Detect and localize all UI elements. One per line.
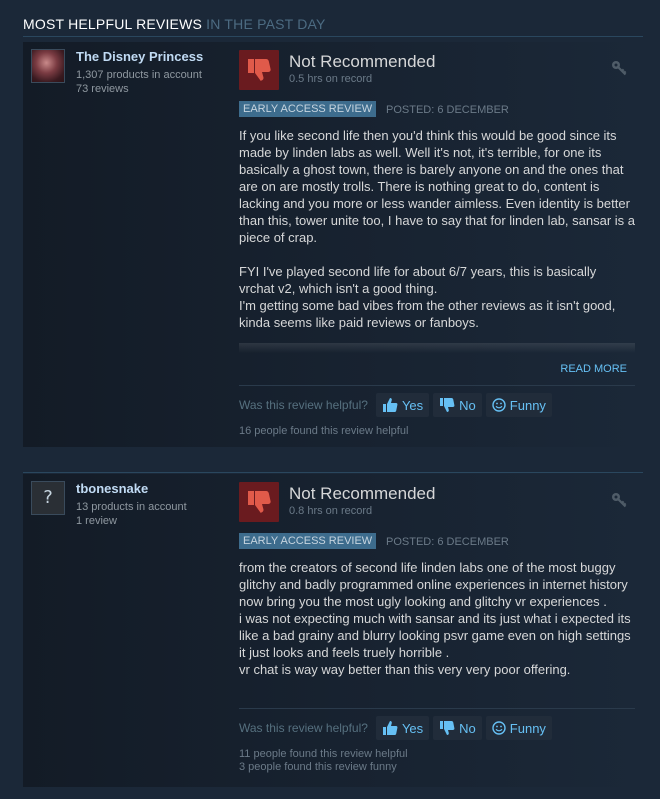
early-access-badge: EARLY ACCESS REVIEW [239, 533, 377, 549]
thumbs-down-icon [440, 721, 455, 735]
author-reviews[interactable]: 73 reviews [76, 83, 129, 95]
found-helpful-count: 11 people found this review helpful [239, 748, 408, 760]
divider [239, 385, 635, 386]
smiley-icon [492, 721, 506, 735]
author-products[interactable]: 13 products in account [76, 501, 187, 513]
review-card: The Disney Princess 1,307 products in ac… [23, 42, 643, 447]
hours-on-record: 0.8 hrs on record [289, 505, 373, 517]
thumbs-up-icon [382, 721, 398, 735]
key-icon [612, 493, 627, 508]
vote-funny-button[interactable]: Funny [485, 393, 552, 417]
thumbs-down-icon [248, 491, 271, 513]
smiley-icon [492, 398, 506, 412]
divider [23, 472, 643, 473]
helpful-vote-row: Was this review helpful? Yes No Funny [239, 716, 556, 740]
read-more-link[interactable]: READ MORE [560, 363, 627, 375]
vote-yes-label: Yes [401, 720, 424, 736]
section-subtitle: IN THE PAST DAY [206, 16, 326, 32]
divider [239, 708, 635, 709]
found-helpful-count: 16 people found this review helpful [239, 425, 409, 437]
posted-date: POSTED: 6 DECEMBER [386, 104, 509, 116]
review-card: ? tbonesnake 13 products in account 1 re… [23, 474, 643, 787]
review-paragraph: If you like second life then you'd think… [239, 128, 636, 245]
review-body: from the creators of second life linden … [239, 559, 635, 695]
review-paragraph: from the creators of second life linden … [239, 560, 631, 677]
vote-yes-label: Yes [401, 397, 424, 413]
vote-yes-button[interactable]: Yes [375, 393, 430, 417]
thumbs-down-icon [440, 398, 455, 412]
vote-yes-button[interactable]: Yes [375, 716, 430, 740]
review-verdict[interactable]: Not Recommended [289, 52, 435, 72]
avatar-placeholder: ? [32, 482, 64, 514]
vote-no-button[interactable]: No [433, 716, 482, 740]
author-name[interactable]: The Disney Princess [76, 49, 203, 64]
thumbs-down-icon [248, 59, 271, 81]
found-funny-count: 3 people found this review funny [239, 761, 397, 773]
vote-funny-label: Funny [509, 397, 546, 413]
section-header: MOST HELPFUL REVIEWS IN THE PAST DAY [23, 16, 643, 37]
vote-no-label: No [459, 720, 476, 736]
vote-funny-button[interactable]: Funny [485, 716, 552, 740]
author-products[interactable]: 1,307 products in account [76, 69, 202, 81]
review-body: If you like second life then you'd think… [239, 127, 635, 348]
vote-no-button[interactable]: No [433, 393, 482, 417]
thumbs-up-icon [382, 398, 398, 412]
posted-date: POSTED: 6 DECEMBER [386, 536, 509, 548]
verdict-thumb[interactable] [239, 50, 279, 90]
verdict-thumb[interactable] [239, 482, 279, 522]
author-reviews[interactable]: 1 review [76, 515, 117, 527]
early-access-badge: EARLY ACCESS REVIEW [239, 101, 377, 117]
helpful-question: Was this review helpful? [239, 398, 368, 412]
avatar[interactable] [31, 49, 65, 83]
avatar[interactable]: ? [31, 481, 65, 515]
author-name[interactable]: tbonesnake [76, 481, 148, 496]
avatar-image [32, 50, 64, 82]
key-icon [612, 61, 627, 76]
text-fade [239, 343, 635, 353]
helpful-question: Was this review helpful? [239, 721, 368, 735]
vote-no-label: No [459, 397, 476, 413]
vote-funny-label: Funny [509, 720, 546, 736]
review-paragraph: FYI I've played second life for about 6/… [239, 264, 616, 330]
review-verdict[interactable]: Not Recommended [289, 484, 435, 504]
hours-on-record: 0.5 hrs on record [289, 73, 373, 85]
helpful-vote-row: Was this review helpful? Yes No Funny [239, 393, 556, 417]
section-title: MOST HELPFUL REVIEWS [23, 16, 203, 32]
